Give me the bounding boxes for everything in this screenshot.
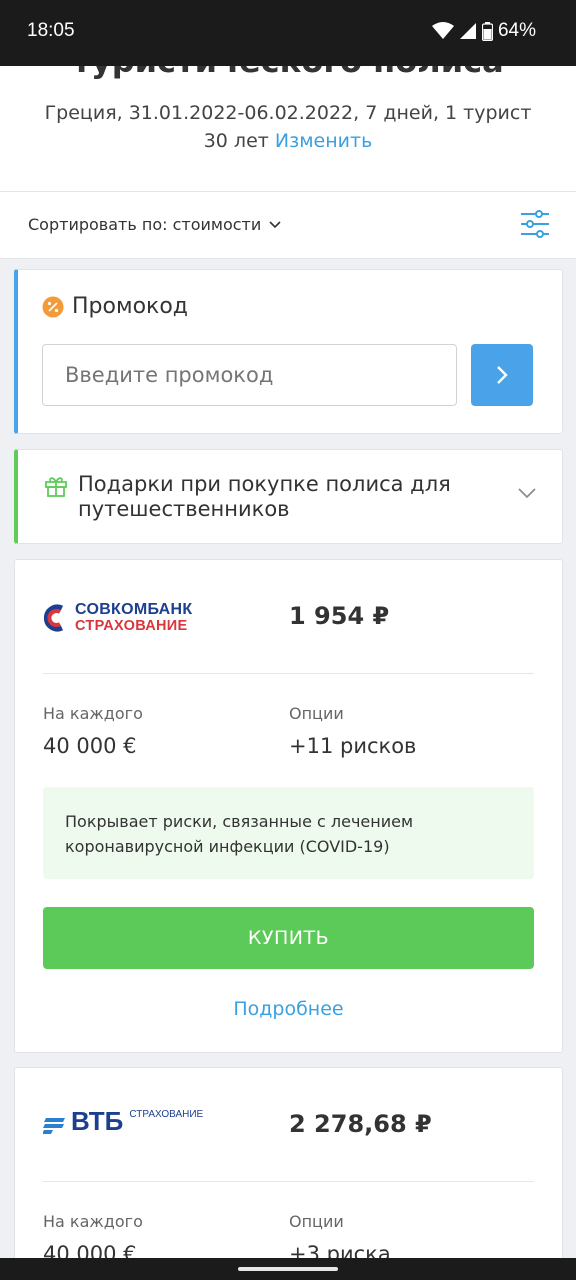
wifi-icon bbox=[431, 22, 454, 39]
traveller-age: 30 лет bbox=[203, 130, 269, 152]
sort-label: Сортировать по: стоимости bbox=[28, 215, 262, 234]
discount-badge-icon bbox=[42, 296, 64, 317]
sovcombank-logo-icon bbox=[43, 604, 64, 632]
offer-price: 2 278,68 ₽ bbox=[289, 1110, 432, 1138]
insurer-logo: СОВКОМБАНК СТРАХОВАНИЕ bbox=[43, 602, 192, 634]
divider bbox=[43, 673, 534, 674]
details-link[interactable]: Подробнее bbox=[15, 998, 562, 1020]
logo-main: ВТБ bbox=[71, 1106, 124, 1136]
chevron-down-icon bbox=[518, 488, 536, 499]
promo-code-input[interactable] bbox=[42, 344, 457, 406]
covid-note: Покрывает риски, связанные с лечением ко… bbox=[43, 787, 534, 879]
options-label: Опции bbox=[289, 704, 344, 723]
home-gesture-handle[interactable] bbox=[238, 1267, 338, 1271]
gifts-label: Подарки при покупке полиса для путешеств… bbox=[78, 472, 451, 521]
logo-sub: СТРАХОВАНИЕ bbox=[129, 1109, 204, 1120]
promo-title-text: Промокод bbox=[72, 294, 188, 319]
offer-card-vtb: ВТБ СТРАХОВАНИЕ 2 278,68 ₽ На каждого 40… bbox=[14, 1067, 563, 1267]
options-value: +11 рисков bbox=[289, 734, 417, 758]
buy-button[interactable]: КУПИТЬ bbox=[43, 907, 534, 969]
signal-icon bbox=[459, 23, 476, 39]
offer-price: 1 954 ₽ bbox=[289, 602, 390, 630]
battery-icon bbox=[481, 21, 493, 41]
coverage-value: 40 000 € bbox=[43, 734, 137, 758]
promo-title: Промокод bbox=[42, 294, 188, 319]
chevron-down-icon bbox=[269, 220, 281, 228]
gift-icon bbox=[45, 477, 67, 497]
divider bbox=[43, 1181, 534, 1182]
coverage-label: На каждого bbox=[43, 704, 143, 723]
offer-card-sovcombank: СОВКОМБАНК СТРАХОВАНИЕ 1 954 ₽ На каждог… bbox=[14, 559, 563, 1053]
logo-line-1: СОВКОМБАНК bbox=[75, 601, 193, 618]
battery-percent: 64% bbox=[497, 20, 536, 41]
gifts-accordion[interactable]: Подарки при покупке полиса для путешеств… bbox=[14, 449, 563, 544]
filter-settings-icon[interactable] bbox=[520, 209, 550, 239]
logo-line-2: СТРАХОВАНИЕ bbox=[75, 618, 188, 634]
vtb-logo-icon bbox=[43, 1118, 65, 1134]
system-nav-bar bbox=[0, 1258, 576, 1280]
trip-details: Греция, 31.01.2022-06.02.2022, 7 дней, 1… bbox=[44, 102, 532, 124]
options-label: Опции bbox=[289, 1212, 344, 1231]
status-right: 64% bbox=[431, 20, 536, 42]
insurer-logo: ВТБ СТРАХОВАНИЕ bbox=[43, 1108, 203, 1134]
promo-code-card: Промокод bbox=[14, 269, 563, 434]
sort-bar: Сортировать по: стоимости bbox=[0, 191, 576, 259]
coverage-label: На каждого bbox=[43, 1212, 143, 1231]
change-link[interactable]: Изменить bbox=[275, 130, 372, 152]
apply-promo-button[interactable] bbox=[471, 344, 533, 406]
page-title: туристического полиса bbox=[0, 66, 576, 80]
chevron-right-icon bbox=[497, 366, 508, 384]
sort-dropdown[interactable]: Сортировать по: стоимости bbox=[28, 215, 281, 234]
status-time: 18:05 bbox=[27, 20, 75, 41]
traveller-age-line: 30 лет Изменить bbox=[0, 130, 576, 152]
status-bar: 18:05 64% bbox=[0, 0, 576, 66]
search-summary-header: туристического полиса Греция, 31.01.2022… bbox=[0, 66, 576, 191]
